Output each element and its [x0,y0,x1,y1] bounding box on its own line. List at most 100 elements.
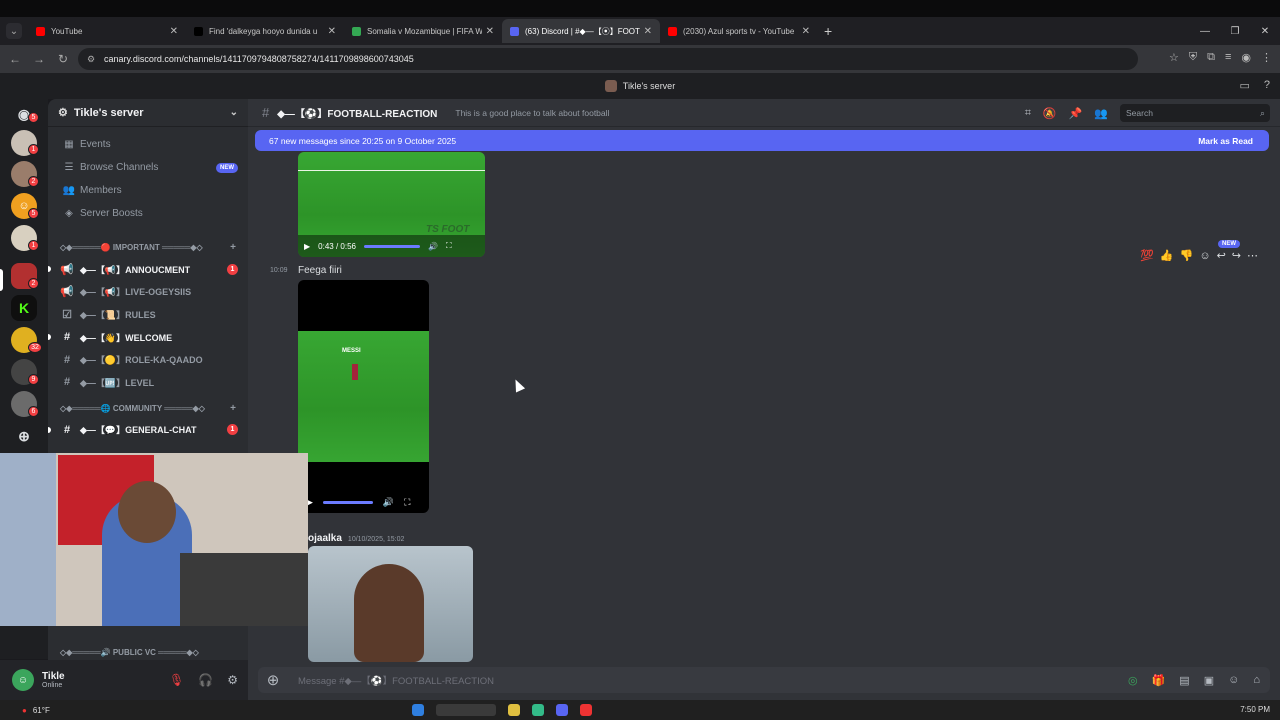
more-icon[interactable]: ⋯ [1247,249,1258,262]
menu-icon[interactable]: ⋮ [1261,51,1272,64]
close-tab-icon[interactable]: ✕ [170,26,178,37]
profile-icon[interactable]: ◉ [1241,51,1251,64]
volume-icon[interactable]: 🔊 [383,497,394,508]
browse-icon: ☰ [64,162,74,173]
channel-item[interactable]: 📢 ◆—【📢】LIVE-OGEYSIIS [48,281,248,304]
reaction-100-icon[interactable]: 💯 [1140,249,1154,262]
mic-muted-icon[interactable]: 🎙 [169,673,184,687]
guild-badge: 1 [28,144,39,155]
tab-search-button[interactable]: ⌄ [6,23,22,39]
user-info[interactable]: Tikle Online [42,671,65,689]
close-tab-icon[interactable]: ✕ [644,26,652,37]
mic-setup [180,553,308,626]
video-attachment[interactable] [308,546,473,662]
forward-icon[interactable]: ↪ [1232,249,1241,262]
fullscreen-icon[interactable]: ⛶ [404,497,410,508]
channel-category[interactable]: ◇◆═════🔴 IMPORTANT ═════◆◇ + [48,237,248,258]
activities-icon[interactable]: ⌂ [1253,674,1260,687]
close-tab-icon[interactable]: ✕ [802,26,810,37]
video-progress[interactable] [363,244,420,248]
address-bar[interactable]: ⚙ canary.discord.com/channels/1411709794… [78,48,1138,70]
member-list-icon[interactable]: 👥 [1094,107,1108,120]
emoji-icon[interactable]: ☺ [1228,674,1239,687]
explorer-icon[interactable] [508,704,520,716]
category-public-vc[interactable]: ◇◆═════🔊 PUBLIC VC ═════◆◇ [48,644,248,660]
channel-topic[interactable]: This is a good place to talk about footb… [455,108,609,118]
close-window-icon[interactable]: ✕ [1250,26,1280,37]
nav-item[interactable]: ◈ Server Boosts [48,202,248,225]
browser-tab[interactable]: YouTube ✕ [28,19,186,43]
search-input[interactable]: Search ⌕ [1120,104,1270,122]
add-reaction-icon[interactable]: ☺ [1199,250,1210,262]
back-icon[interactable]: ← [3,52,27,66]
reply-icon[interactable]: ↩ [1217,249,1226,262]
mention-badge: 1 [227,424,238,436]
add-server-icon[interactable]: ⊕ [11,423,37,449]
mark-as-read-button[interactable]: Mark as Read [1198,136,1253,146]
taskbar-search[interactable] [436,704,496,716]
forward-icon[interactable]: → [27,52,51,66]
message-author[interactable]: ojaalka 10/10/2025, 15:02 [308,533,404,544]
close-tab-icon[interactable]: ✕ [328,26,336,37]
media-icon[interactable]: ≡ [1225,51,1231,64]
add-channel-icon[interactable]: + [230,403,236,414]
site-info-icon[interactable]: ⚙ [87,54,95,65]
shield-icon[interactable]: ⛨ [1189,51,1197,64]
message-input[interactable]: Message #◆—【⚽】FOOTBALL-REACTION [298,673,494,687]
video-frame [298,331,429,462]
channel-label: ◆—【💬】GENERAL-CHAT [80,425,197,436]
nav-item[interactable]: ▦ Events [48,133,248,156]
fullscreen-icon[interactable]: ⛶ [446,241,452,251]
nav-item[interactable]: 👥 Members [48,179,248,202]
channel-category[interactable]: ◇◆═════🌐 COMMUNITY ═════◆◇ + [48,398,248,419]
video-attachment[interactable]: TS FOOT ▶ 0:43 / 0:56 🔊 ⛶ [298,152,485,257]
inbox-icon[interactable]: ▭ [1239,79,1249,92]
app-icon[interactable] [580,704,592,716]
extensions-icon[interactable]: ⧉ [1207,51,1215,64]
user-settings-icon[interactable]: ⚙ [227,673,238,687]
channel-item[interactable]: # ◆—【🟡】ROLE-KA-QAADO [48,348,248,371]
minimize-icon[interactable]: — [1190,26,1220,37]
channel-item[interactable]: # ◆—【💬】GENERAL-CHAT 1 [48,419,248,442]
threads-icon[interactable]: ⌗ [1025,107,1031,120]
user-avatar[interactable]: ☺ [12,669,34,691]
help-icon[interactable]: ? [1264,79,1270,92]
restore-icon[interactable]: ❐ [1220,26,1250,37]
browser-tab[interactable]: Somalia v Mozambique | FIFA W ✕ [344,19,502,43]
start-icon[interactable] [412,704,424,716]
app-icon[interactable]: ◎ [1128,674,1138,687]
thumbs-down-icon[interactable]: 👎 [1180,249,1194,262]
channel-item[interactable]: ☑ ◆—【📜】RULES [48,303,248,326]
play-icon[interactable]: ▶ [304,242,310,251]
thumbs-up-icon[interactable]: 👍 [1160,249,1174,262]
new-tab-button[interactable]: + [824,23,832,39]
browser-tab[interactable]: Find 'dalkeyga hooyo dunida u ✕ [186,19,344,43]
gif-icon[interactable]: ▤ [1179,674,1189,687]
gift-icon[interactable]: 🎁 [1152,674,1166,687]
channel-item[interactable]: 📢 ◆—【📢】ANNOUCMENT 1 [48,258,248,281]
browser-tab[interactable]: (2030) Azul sports tv - YouTube ✕ [660,19,818,43]
channel-header: # ◆—【⚽】FOOTBALL-REACTION This is a good … [248,99,1280,127]
channel-item[interactable]: # ◆—【🆙】LEVEL [48,371,248,394]
sticker-icon[interactable]: ▣ [1204,674,1214,687]
attach-plus-icon[interactable]: ⊕ [258,671,288,689]
video-attachment[interactable]: MESSI ▶ 🔊 ⛶ [298,280,429,513]
nav-item[interactable]: ☰ Browse Channels NEW [48,156,248,179]
unread-indicator [48,426,51,433]
add-channel-icon[interactable]: + [230,242,236,253]
close-tab-icon[interactable]: ✕ [486,26,494,37]
reload-icon[interactable]: ↻ [51,52,75,66]
notifications-off-icon[interactable]: 🔕 [1043,107,1057,120]
new-messages-bar[interactable]: 67 new messages since 20:25 on 9 October… [255,130,1269,151]
bookmark-star-icon[interactable]: ☆ [1169,51,1179,64]
browser-tab[interactable]: (63) Discord | #◆—【⦿】FOOTB ✕ [502,19,660,43]
channel-item[interactable]: # ◆—【👋】WELCOME [48,326,248,349]
pin-icon[interactable]: 📌 [1069,107,1083,120]
chrome-icon[interactable] [532,704,544,716]
volume-icon[interactable]: 🔊 [428,242,438,251]
server-header[interactable]: ⚙ Tikle's server ⌄ [48,99,248,127]
kick-server-icon[interactable]: K [11,295,37,321]
discord-icon[interactable] [556,704,568,716]
video-progress[interactable] [322,500,373,504]
headphones-icon[interactable]: 🎧 [198,673,213,687]
